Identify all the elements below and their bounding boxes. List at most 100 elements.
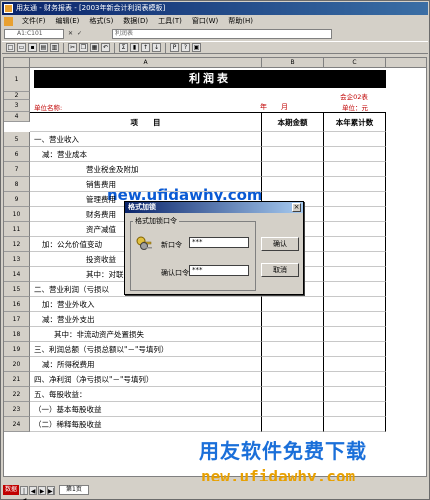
- item-cell[interactable]: 销售费用: [30, 177, 262, 192]
- confirm-password-input[interactable]: ***: [189, 265, 249, 276]
- p-icon[interactable]: P: [170, 43, 179, 52]
- item-ytd-amount[interactable]: [324, 222, 386, 237]
- item-current-amount[interactable]: [262, 342, 324, 357]
- row-header[interactable]: 24: [4, 417, 30, 432]
- item-ytd-amount[interactable]: [324, 237, 386, 252]
- item-ytd-amount[interactable]: [324, 132, 386, 147]
- cancel-button[interactable]: 取消: [261, 263, 299, 277]
- item-current-amount[interactable]: [262, 387, 324, 402]
- item-ytd-amount[interactable]: [324, 207, 386, 222]
- menu-file[interactable]: 文件(F): [17, 16, 51, 26]
- item-cell[interactable]: 减：营业外支出: [30, 312, 262, 327]
- row-header[interactable]: 23: [4, 402, 30, 417]
- row-header[interactable]: 2: [4, 92, 30, 100]
- cell-reference-box[interactable]: A1:C101: [4, 28, 64, 39]
- chart-icon[interactable]: ▮: [130, 43, 139, 52]
- item-ytd-amount[interactable]: [324, 192, 386, 207]
- menu-format[interactable]: 格式(S): [84, 16, 118, 26]
- item-current-amount[interactable]: [262, 132, 324, 147]
- sort-desc-icon[interactable]: ↓: [152, 43, 161, 52]
- row-header[interactable]: 14: [4, 267, 30, 282]
- item-current-amount[interactable]: [262, 402, 324, 417]
- item-cell[interactable]: 一、营业收入: [30, 132, 262, 147]
- cut-icon[interactable]: ✂: [68, 43, 77, 52]
- row-header[interactable]: 21: [4, 372, 30, 387]
- row-header[interactable]: 6: [4, 147, 30, 162]
- menu-window[interactable]: 窗口(W): [187, 16, 223, 26]
- item-cell[interactable]: 三、利润总额（亏损总额以"－"号填列）: [30, 342, 262, 357]
- sheet-tab-page-1[interactable]: 第1页: [59, 485, 89, 495]
- item-current-amount[interactable]: [262, 327, 324, 342]
- row-header[interactable]: 4: [4, 112, 30, 122]
- item-cell[interactable]: 加：营业外收入: [30, 297, 262, 312]
- item-ytd-amount[interactable]: [324, 417, 386, 432]
- next-sheet-icon[interactable]: ▶: [38, 485, 46, 495]
- menu-help[interactable]: 帮助(H): [223, 16, 258, 26]
- item-ytd-amount[interactable]: [324, 387, 386, 402]
- item-current-amount[interactable]: [262, 417, 324, 432]
- prev-sheet-icon[interactable]: ◀: [29, 485, 37, 495]
- row-header[interactable]: 16: [4, 297, 30, 312]
- menu-edit[interactable]: 编辑(E): [51, 16, 85, 26]
- cancel-edit-icon[interactable]: ✕: [68, 30, 73, 37]
- new-icon[interactable]: □: [6, 43, 15, 52]
- item-ytd-amount[interactable]: [324, 357, 386, 372]
- item-cell[interactable]: 五、每股收益：: [30, 387, 262, 402]
- paste-icon[interactable]: ▦: [90, 43, 99, 52]
- help-icon[interactable]: ?: [181, 43, 190, 52]
- item-current-amount[interactable]: [262, 297, 324, 312]
- item-current-amount[interactable]: [262, 372, 324, 387]
- item-current-amount[interactable]: [262, 312, 324, 327]
- row-header[interactable]: 10: [4, 207, 30, 222]
- row-header[interactable]: 5: [4, 132, 30, 147]
- item-current-amount[interactable]: [262, 357, 324, 372]
- row-header[interactable]: 9: [4, 192, 30, 207]
- first-sheet-icon[interactable]: |◀: [20, 485, 28, 500]
- zoom-icon[interactable]: ▣: [192, 43, 201, 52]
- column-header-b[interactable]: B: [262, 58, 324, 68]
- item-ytd-amount[interactable]: [324, 267, 386, 282]
- item-cell[interactable]: （二）稀释每股收益: [30, 417, 262, 432]
- row-header[interactable]: 8: [4, 177, 30, 192]
- item-ytd-amount[interactable]: [324, 282, 386, 297]
- item-ytd-amount[interactable]: [324, 327, 386, 342]
- corner-header[interactable]: [4, 58, 30, 68]
- row-header[interactable]: 19: [4, 342, 30, 357]
- formula-input[interactable]: 利润表: [112, 28, 332, 39]
- item-current-amount[interactable]: [262, 147, 324, 162]
- last-sheet-icon[interactable]: ▶|: [47, 485, 55, 495]
- open-icon[interactable]: ▭: [17, 43, 26, 52]
- close-icon[interactable]: ×: [292, 203, 301, 212]
- item-ytd-amount[interactable]: [324, 162, 386, 177]
- row-header[interactable]: 12: [4, 237, 30, 252]
- column-header-c[interactable]: C: [324, 58, 386, 68]
- row-header[interactable]: 3: [4, 100, 30, 112]
- copy-icon[interactable]: ❐: [79, 43, 88, 52]
- undo-icon[interactable]: ↶: [101, 43, 110, 52]
- row-header[interactable]: 11: [4, 222, 30, 237]
- row-header[interactable]: 15: [4, 282, 30, 297]
- item-ytd-amount[interactable]: [324, 312, 386, 327]
- save-icon[interactable]: ▪: [28, 43, 37, 52]
- row-header[interactable]: 22: [4, 387, 30, 402]
- item-current-amount[interactable]: [262, 162, 324, 177]
- item-cell[interactable]: 营业税金及附加: [30, 162, 262, 177]
- new-password-input[interactable]: ***: [189, 237, 249, 248]
- row-header[interactable]: 1: [4, 68, 30, 92]
- item-cell[interactable]: 减：所得税费用: [30, 357, 262, 372]
- item-ytd-amount[interactable]: [324, 177, 386, 192]
- item-ytd-amount[interactable]: [324, 402, 386, 417]
- row-header[interactable]: 18: [4, 327, 30, 342]
- mode-indicator[interactable]: 数据: [3, 485, 19, 495]
- ok-button[interactable]: 确认: [261, 237, 299, 251]
- row-header[interactable]: 17: [4, 312, 30, 327]
- accept-edit-icon[interactable]: ✓: [77, 30, 82, 37]
- column-header-a[interactable]: A: [30, 58, 262, 68]
- sort-asc-icon[interactable]: ↑: [141, 43, 150, 52]
- row-header[interactable]: 13: [4, 252, 30, 267]
- sum-icon[interactable]: Σ: [119, 43, 128, 52]
- row-header[interactable]: 7: [4, 162, 30, 177]
- menu-tools[interactable]: 工具(T): [153, 16, 187, 26]
- menu-data[interactable]: 数据(D): [118, 16, 153, 26]
- item-cell[interactable]: 其中：非流动资产处置损失: [30, 327, 262, 342]
